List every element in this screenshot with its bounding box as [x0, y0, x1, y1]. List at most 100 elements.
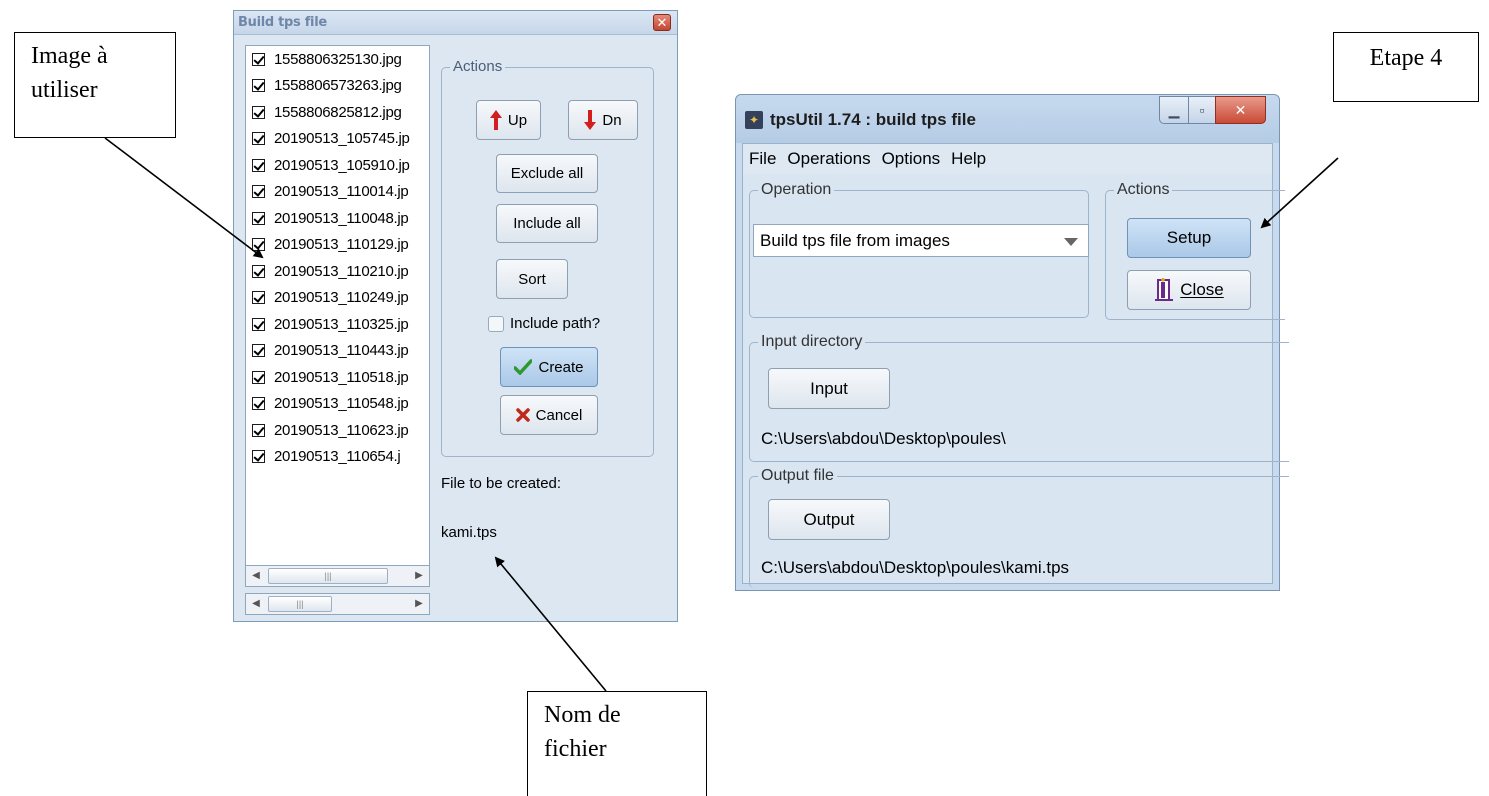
- operation-select[interactable]: Build tps file from images: [753, 224, 1089, 257]
- file-include-checkbox[interactable]: [252, 317, 265, 331]
- menu-options[interactable]: Options: [880, 149, 943, 169]
- list-item[interactable]: 20190513_110210.jp: [246, 258, 429, 285]
- list-item[interactable]: 1558806573263.jpg: [246, 73, 429, 100]
- arrow-down-icon: [584, 110, 597, 130]
- list-item[interactable]: 20190513_110048.jp: [246, 205, 429, 232]
- cancel-label: Cancel: [535, 406, 583, 424]
- scroll-thumb[interactable]: |||: [268, 596, 332, 612]
- file-include-checkbox[interactable]: [252, 450, 265, 464]
- file-include-checkbox[interactable]: [252, 344, 265, 358]
- arrow-up-icon: [489, 110, 502, 130]
- window-title: tpsUtil 1.74 : build tps file: [770, 110, 976, 129]
- menu-file[interactable]: File: [747, 149, 778, 169]
- chevron-down-icon[interactable]: [1064, 238, 1078, 246]
- down-label: Dn: [602, 111, 622, 129]
- list-item[interactable]: 20190513_110129.jp: [246, 232, 429, 259]
- file-name-label: 20190513_110518.jp: [274, 368, 409, 386]
- checkbox-box[interactable]: [488, 315, 504, 332]
- list-item[interactable]: 20190513_110325.jp: [246, 311, 429, 338]
- include-all-button[interactable]: Include all: [496, 204, 598, 243]
- callout-step-4: Etape 4: [1333, 32, 1479, 102]
- file-include-checkbox[interactable]: [252, 264, 265, 278]
- operation-legend: Operation: [758, 181, 835, 199]
- close-label: Close: [1180, 280, 1224, 299]
- list-item[interactable]: 20190513_110249.jp: [246, 285, 429, 312]
- file-include-checkbox[interactable]: [252, 370, 265, 384]
- include-path-checkbox[interactable]: Include path?: [488, 315, 600, 332]
- maximize-icon[interactable]: ▫: [1188, 96, 1216, 124]
- sort-button[interactable]: Sort: [496, 259, 568, 299]
- build-tps-dialog: Build tps file ✕ 1558806325130.jpg 155880…: [233, 10, 678, 622]
- callout-image-to-use: Image à utiliser: [14, 32, 176, 138]
- scroll-right-icon[interactable]: ▶: [411, 567, 427, 585]
- file-name-label: 20190513_110048.jp: [274, 209, 409, 227]
- list-item[interactable]: 1558806325130.jpg: [246, 46, 429, 73]
- horizontal-scrollbar-outer[interactable]: ◀ ||| ▶: [245, 593, 430, 615]
- tpsutil-app-icon: ✦: [745, 111, 763, 129]
- file-include-checkbox[interactable]: [252, 132, 265, 146]
- file-include-checkbox[interactable]: [252, 291, 265, 305]
- list-item[interactable]: 20190513_110548.jp: [246, 391, 429, 418]
- file-include-checkbox[interactable]: [252, 238, 265, 252]
- setup-button[interactable]: Setup: [1127, 218, 1251, 258]
- dialog-titlebar[interactable]: Build tps file ✕: [234, 11, 677, 35]
- scroll-thumb[interactable]: |||: [268, 568, 388, 584]
- actions-legend: Actions: [450, 58, 506, 75]
- file-include-checkbox[interactable]: [252, 158, 265, 172]
- file-include-checkbox[interactable]: [252, 211, 265, 225]
- list-item[interactable]: 1558806825812.jpg: [246, 99, 429, 126]
- file-name-label: 1558806573263.jpg: [274, 77, 402, 95]
- file-include-checkbox[interactable]: [252, 423, 265, 437]
- file-name-label: 20190513_110623.jp: [274, 421, 409, 439]
- menu-operations[interactable]: Operations: [785, 149, 872, 169]
- scroll-left-icon[interactable]: ◀: [248, 567, 264, 585]
- image-file-list[interactable]: 1558806325130.jpg 1558806573263.jpg 155880…: [245, 45, 430, 567]
- dialog-title: Build tps file: [238, 15, 327, 30]
- horizontal-scrollbar[interactable]: ◀ ||| ▶: [245, 565, 430, 587]
- tpsutil-window: ✦ tpsUtil 1.74 : build tps file ▁ ▫ ✕ Fi…: [735, 94, 1289, 591]
- operation-select-value: Build tps file from images: [760, 231, 950, 250]
- list-item[interactable]: 20190513_105745.jp: [246, 126, 429, 153]
- close-icon[interactable]: ✕: [1215, 96, 1266, 124]
- callout-file-name: Nom de fichier: [527, 691, 707, 796]
- x-mark-icon: [515, 408, 530, 422]
- window-titlebar[interactable]: ✦ tpsUtil 1.74 : build tps file ▁ ▫ ✕: [736, 95, 1279, 143]
- file-include-checkbox[interactable]: [252, 185, 265, 199]
- include-path-label: Include path?: [510, 315, 601, 332]
- list-item[interactable]: 20190513_110518.jp: [246, 364, 429, 391]
- file-include-checkbox[interactable]: [252, 105, 265, 119]
- scroll-left-icon[interactable]: ◀: [248, 595, 264, 613]
- list-item[interactable]: 20190513_110654.j: [246, 444, 429, 471]
- up-button[interactable]: Up: [476, 100, 541, 140]
- list-item[interactable]: 20190513_110623.jp: [246, 417, 429, 444]
- file-name-label: 20190513_110654.j: [274, 448, 401, 466]
- create-button[interactable]: Create: [500, 347, 598, 387]
- file-include-checkbox[interactable]: [252, 397, 265, 411]
- menu-bar: File Operations Options Help: [743, 144, 1272, 174]
- down-button[interactable]: Dn: [568, 100, 638, 140]
- list-item[interactable]: 20190513_105910.jp: [246, 152, 429, 179]
- scroll-right-icon[interactable]: ▶: [411, 595, 427, 613]
- file-include-checkbox[interactable]: [252, 52, 265, 66]
- cancel-button[interactable]: Cancel: [500, 395, 598, 435]
- output-button[interactable]: Output: [768, 499, 890, 540]
- file-name-label: 1558806825812.jpg: [274, 103, 402, 121]
- file-to-be-created-label: File to be created:: [441, 475, 562, 492]
- file-name-label: 20190513_110249.jp: [274, 289, 409, 307]
- file-include-checkbox[interactable]: [252, 79, 265, 93]
- file-name-label: 20190513_105745.jp: [274, 130, 410, 148]
- input-button[interactable]: Input: [768, 368, 890, 409]
- exclude-all-button[interactable]: Exclude all: [496, 154, 598, 193]
- window-client-area: File Operations Options Help Operation B…: [742, 143, 1289, 588]
- file-name-label: 20190513_110014.jp: [274, 183, 409, 201]
- menu-help[interactable]: Help: [949, 149, 988, 169]
- close-button[interactable]: Close: [1127, 270, 1251, 310]
- list-item[interactable]: 20190513_110014.jp: [246, 179, 429, 206]
- file-name-label: 20190513_110325.jp: [274, 315, 409, 333]
- file-name-value: kami.tps: [441, 524, 497, 541]
- file-name-label: 1558806325130.jpg: [274, 50, 402, 68]
- list-item[interactable]: 20190513_110443.jp: [246, 338, 429, 365]
- up-label: Up: [507, 111, 528, 129]
- minimize-icon[interactable]: ▁: [1159, 96, 1189, 124]
- close-icon[interactable]: ✕: [653, 14, 671, 31]
